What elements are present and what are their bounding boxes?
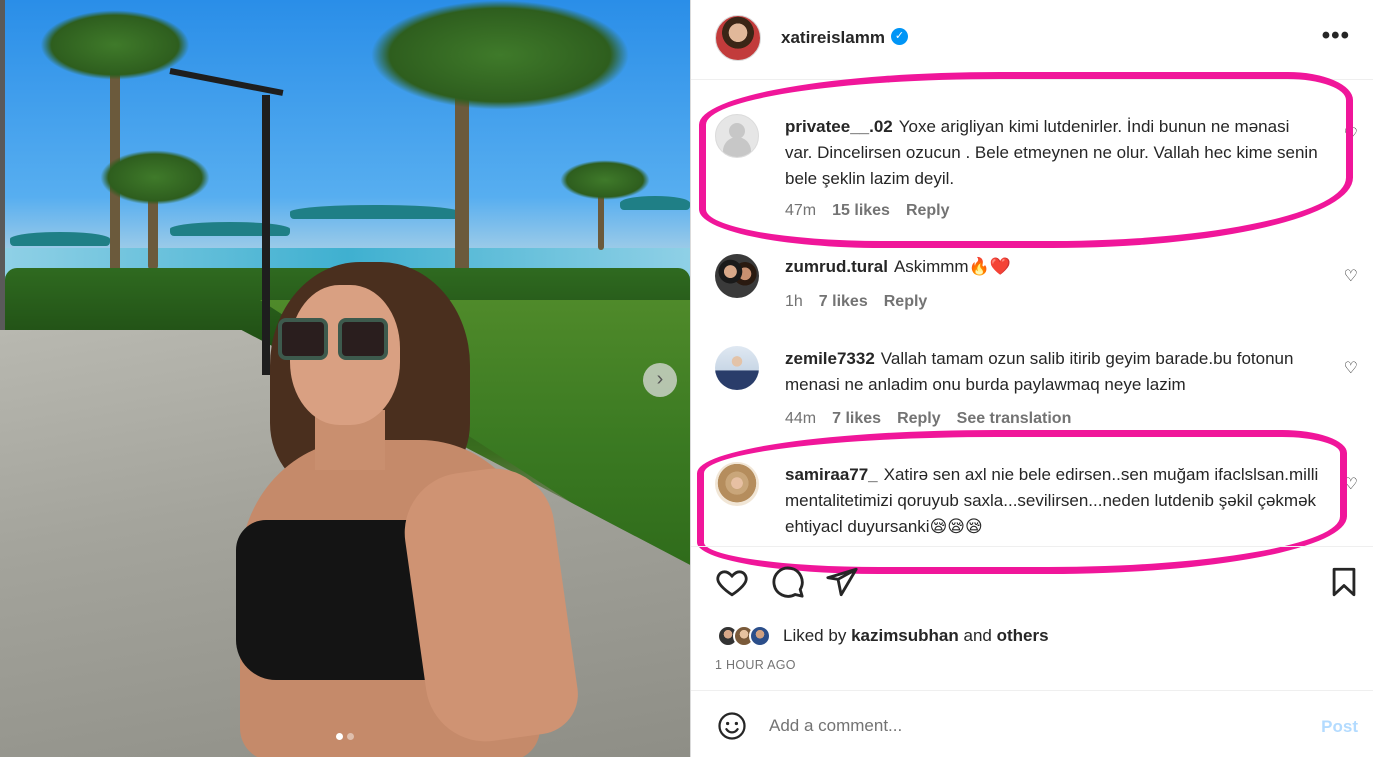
comment-like-heart-icon[interactable]: ♡ [1344, 124, 1358, 144]
liker-avatar[interactable] [749, 625, 771, 647]
comment-text: privatee__.02 Yoxe arigliyan kimi lutdeni… [785, 114, 1320, 192]
comment-text: samiraa77_ Xatirə sen axl nie bele edirse… [785, 462, 1320, 540]
liked-by-row: Liked by kazimsubhan and others [717, 625, 1049, 647]
comment-likes[interactable]: 7 likes [819, 293, 868, 311]
liked-by-others[interactable]: others [997, 626, 1049, 645]
comment-avatar[interactable] [715, 346, 759, 390]
carousel-dot [347, 733, 354, 740]
save-bookmark-icon[interactable] [1327, 565, 1361, 599]
comment-like-heart-icon[interactable]: ♡ [1344, 474, 1358, 494]
photo-umbrella [620, 196, 690, 210]
add-comment-input[interactable] [769, 711, 1289, 741]
comment-meta: 47m 15 likes Reply [785, 202, 950, 220]
comment-likes[interactable]: 15 likes [832, 202, 890, 220]
carousel-next-button[interactable]: › [643, 363, 677, 397]
comment-username[interactable]: samiraa77_ [785, 465, 878, 484]
comment-avatar[interactable] [715, 462, 759, 506]
photo-palm-frond [560, 160, 650, 200]
photo-lamp-post [262, 95, 270, 375]
post-actions: Liked by kazimsubhan and others 1 HOUR A… [691, 546, 1373, 686]
comment-time[interactable]: 44m [785, 410, 816, 428]
comment-meta: 1h 7 likes Reply [785, 293, 927, 311]
comment-reply-button[interactable]: Reply [906, 202, 950, 220]
liked-by-prefix: Liked by [783, 626, 847, 645]
comment-reply-button[interactable]: Reply [884, 293, 928, 311]
instagram-post-view: › xatireislamm ✓ ••• privatee__.02 Yoxe ar… [0, 0, 1373, 757]
like-heart-icon[interactable] [715, 565, 749, 599]
verified-badge-icon: ✓ [890, 28, 908, 46]
comment-username[interactable]: zumrud.tural [785, 257, 888, 276]
post-timestamp[interactable]: 1 HOUR AGO [715, 658, 796, 672]
comment-like-heart-icon[interactable]: ♡ [1344, 358, 1358, 378]
comment-body: Askimmm🔥❤️ [893, 257, 1011, 276]
comment-meta: 44m 7 likes Reply See translation [785, 410, 1071, 428]
author-username[interactable]: xatireislamm [781, 28, 885, 47]
comment-username[interactable]: zemile7332 [785, 349, 875, 368]
share-send-icon[interactable] [825, 565, 859, 599]
comment-text: zumrud.tural Askimmm🔥❤️ [785, 254, 1320, 280]
photo-palm-frond [40, 10, 190, 80]
comment-time[interactable]: 47m [785, 202, 816, 220]
comment-avatar[interactable] [715, 254, 759, 298]
comment-item: samiraa77_ Xatirə sen axl nie bele edirse… [691, 462, 1373, 542]
photo-umbrella [10, 232, 110, 246]
comment-avatar-default[interactable] [715, 114, 759, 158]
comment-item: privatee__.02 Yoxe arigliyan kimi lutdeni… [691, 114, 1373, 234]
post-comment-button[interactable]: Post [1321, 717, 1358, 737]
photo-sunglasses [278, 318, 392, 362]
post-photo[interactable]: › [0, 0, 690, 757]
photo-umbrella [170, 222, 290, 236]
comment-time[interactable]: 1h [785, 293, 803, 311]
photo-umbrella [290, 205, 460, 219]
liked-by-text: Liked by kazimsubhan and others [783, 626, 1049, 646]
add-comment-bar: Post [691, 690, 1373, 757]
carousel-dots [336, 733, 354, 740]
carousel-dot-active [336, 733, 343, 740]
comment-item: zumrud.tural Askimmm🔥❤️ 1h 7 likes Reply … [691, 254, 1373, 324]
comment-text: zemile7332 Vallah tamam ozun salib itirib… [785, 346, 1320, 398]
author-username-row: xatireislamm ✓ [781, 28, 908, 48]
photo-palm-frond [100, 150, 210, 205]
photo-palm-frond [370, 0, 630, 110]
comment-username[interactable]: privatee__.02 [785, 117, 893, 136]
see-translation-link[interactable]: See translation [957, 410, 1072, 428]
comment-bubble-icon[interactable] [771, 565, 805, 599]
liked-by-user[interactable]: kazimsubhan [851, 626, 959, 645]
comment-item: zemile7332 Vallah tamam ozun salib itirib… [691, 346, 1373, 428]
author-avatar[interactable] [715, 15, 761, 61]
post-side-panel: xatireislamm ✓ ••• privatee__.02 Yoxe arig… [690, 0, 1373, 757]
more-options-icon[interactable]: ••• [1322, 22, 1350, 50]
emoji-icon[interactable] [717, 711, 747, 741]
photo-lamp-arm [169, 68, 284, 96]
comment-likes[interactable]: 7 likes [832, 410, 881, 428]
comment-reply-button[interactable]: Reply [897, 410, 941, 428]
comment-like-heart-icon[interactable]: ♡ [1344, 266, 1358, 286]
post-header: xatireislamm ✓ ••• [691, 0, 1373, 80]
liked-by-and: and [963, 626, 992, 645]
